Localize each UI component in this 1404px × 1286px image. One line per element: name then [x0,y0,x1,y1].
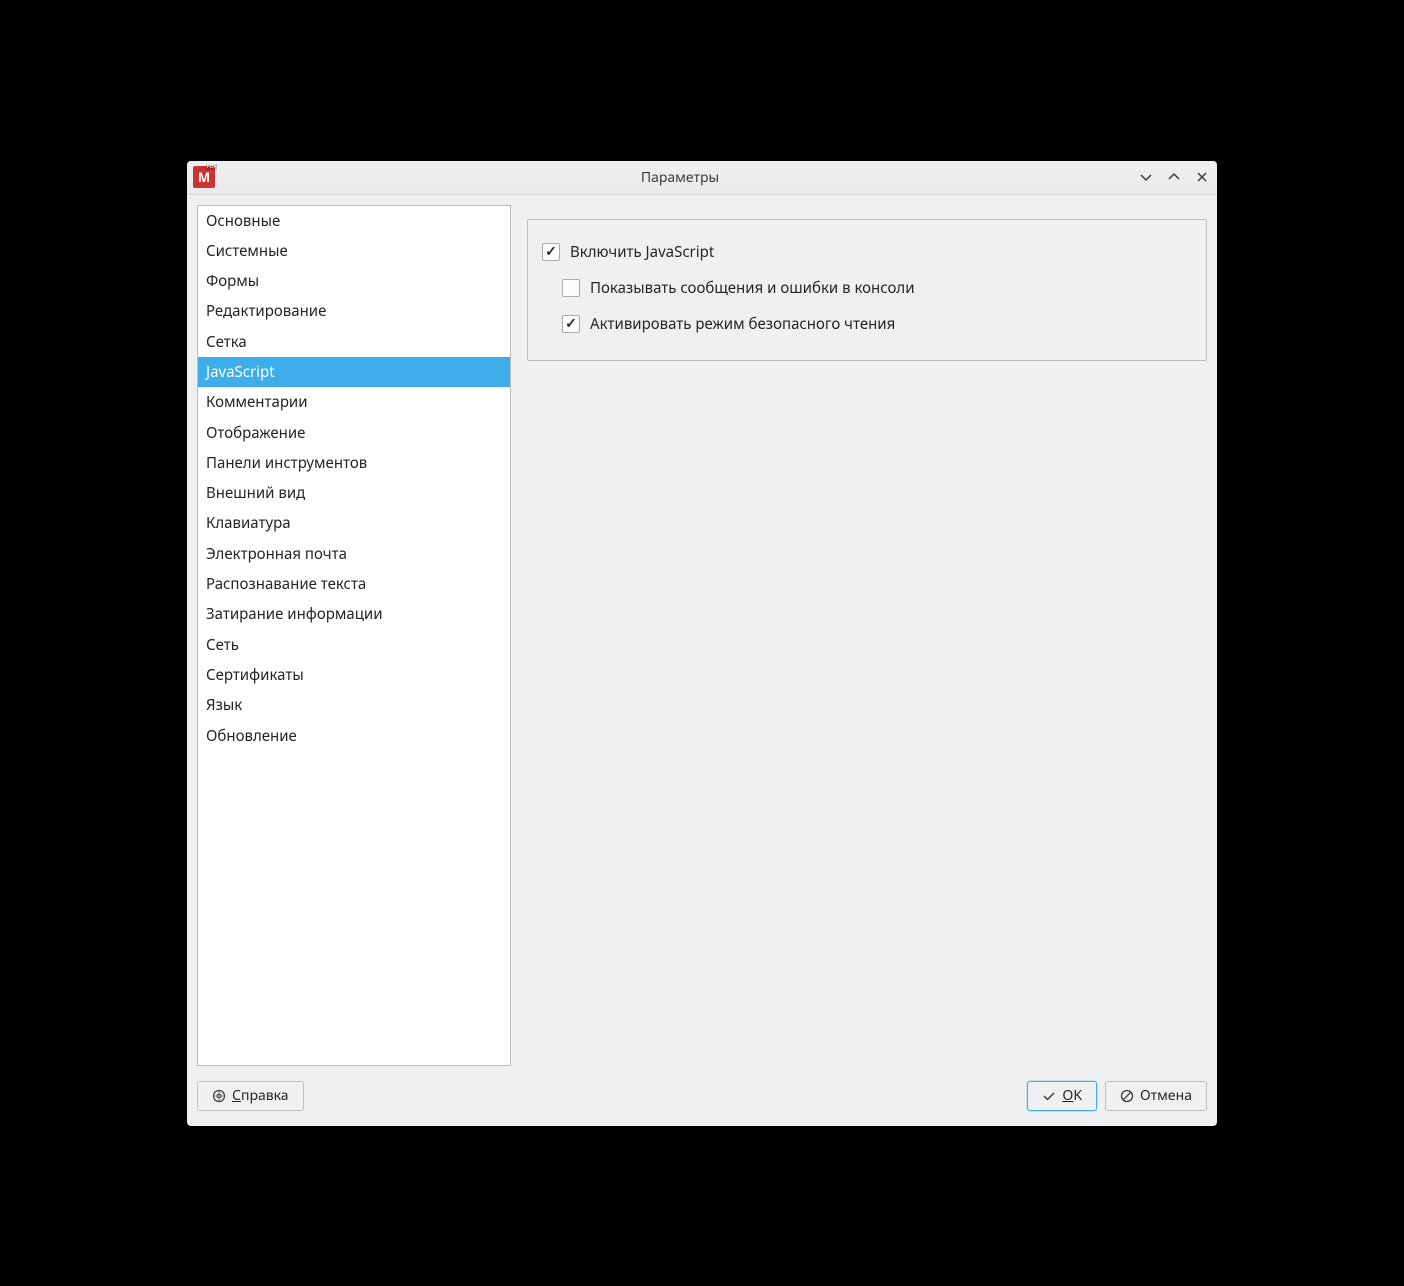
enable-javascript-label: Включить JavaScript [570,242,714,262]
settings-window: Параметры ОсновныеСистемныеФормыРедактир… [187,161,1217,1126]
sidebar-item-toolbars[interactable]: Панели инструментов [198,448,510,478]
sidebar-item-system[interactable]: Системные [198,236,510,266]
main-panel: Включить JavaScript Показывать сообщения… [527,205,1207,1066]
safe-reading-label: Активировать режим безопасного чтения [590,314,895,334]
sidebar-item-general[interactable]: Основные [198,206,510,236]
close-button[interactable] [1193,168,1211,186]
help-button[interactable]: Справка [197,1081,304,1111]
cancel-icon [1120,1089,1134,1103]
help-icon [212,1089,226,1103]
sidebar-item-email[interactable]: Электронная почта [198,539,510,569]
sidebar-item-update[interactable]: Обновление [198,721,510,751]
sidebar-item-redaction[interactable]: Затирание информации [198,599,510,629]
safe-reading-checkbox[interactable] [562,315,580,333]
sidebar-item-grid[interactable]: Сетка [198,327,510,357]
app-icon [193,166,215,188]
javascript-settings-group: Включить JavaScript Показывать сообщения… [527,219,1207,361]
minimize-button[interactable] [1137,168,1155,186]
sidebar-item-javascript[interactable]: JavaScript [198,357,510,387]
ok-button-label: OK [1062,1086,1082,1105]
titlebar: Параметры [187,161,1217,195]
ok-button[interactable]: OK [1027,1081,1097,1111]
show-console-checkbox[interactable] [562,279,580,297]
enable-javascript-row[interactable]: Включить JavaScript [542,234,1192,270]
chevron-up-icon [1167,170,1181,184]
cancel-button-label: Отмена [1140,1086,1192,1105]
sidebar-item-language[interactable]: Язык [198,690,510,720]
window-title: Параметры [223,168,1137,187]
show-console-label: Показывать сообщения и ошибки в консоли [590,278,915,298]
sidebar-item-network[interactable]: Сеть [198,630,510,660]
sidebar-item-comments[interactable]: Комментарии [198,387,510,417]
help-button-label: Справка [232,1086,289,1105]
close-icon [1195,170,1209,184]
chevron-down-icon [1139,170,1153,184]
content-area: ОсновныеСистемныеФормыРедактированиеСетк… [187,195,1217,1076]
sidebar-item-keyboard[interactable]: Клавиатура [198,508,510,538]
sidebar-item-certificates[interactable]: Сертификаты [198,660,510,690]
sidebar-item-display[interactable]: Отображение [198,418,510,448]
sidebar-item-ocr[interactable]: Распознавание текста [198,569,510,599]
cancel-button[interactable]: Отмена [1105,1081,1207,1111]
maximize-button[interactable] [1165,168,1183,186]
show-console-row[interactable]: Показывать сообщения и ошибки в консоли [542,270,1192,306]
window-controls [1137,168,1211,186]
sidebar-item-forms[interactable]: Формы [198,266,510,296]
category-sidebar[interactable]: ОсновныеСистемныеФормыРедактированиеСетк… [197,205,511,1066]
safe-reading-row[interactable]: Активировать режим безопасного чтения [542,306,1192,342]
check-icon [1042,1089,1056,1103]
dialog-footer: Справка OK Отмена [187,1076,1217,1126]
enable-javascript-checkbox[interactable] [542,243,560,261]
sidebar-item-editing[interactable]: Редактирование [198,296,510,326]
sidebar-item-appearance[interactable]: Внешний вид [198,478,510,508]
